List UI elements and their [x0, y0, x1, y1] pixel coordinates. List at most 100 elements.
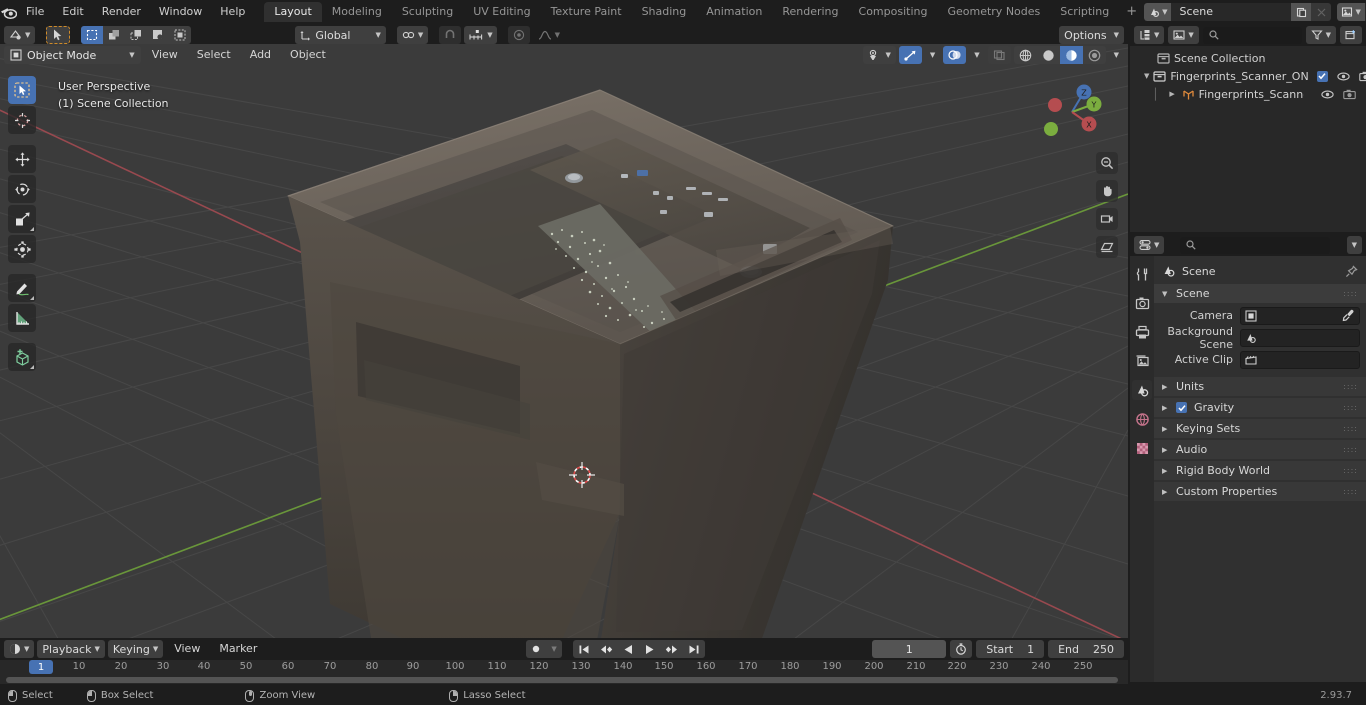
- select-extend-icon[interactable]: [125, 26, 147, 44]
- xray-toggle-button[interactable]: [987, 46, 1011, 64]
- active-tool-tweak-icon[interactable]: [46, 26, 71, 44]
- prev-keyframe-icon[interactable]: [595, 640, 618, 658]
- play-reverse-icon[interactable]: [618, 640, 639, 658]
- select-subtract-icon[interactable]: [147, 26, 169, 44]
- timeline-editor[interactable]: ▼ Playback ▼ Keying ▼ View Marker ▼ 1 St…: [0, 638, 1128, 684]
- transform-orientation-dropdown[interactable]: Global ▼: [295, 26, 386, 44]
- eyedropper-icon[interactable]: [1342, 309, 1355, 322]
- gizmo-toggle-button[interactable]: [898, 46, 922, 64]
- timeline-ruler[interactable]: 1 10 20 30 40 50 60 70 80 90 100 110 120…: [0, 660, 1128, 676]
- properties-search-input[interactable]: [1180, 236, 1331, 254]
- tab-uv-editing[interactable]: UV Editing: [463, 2, 540, 22]
- tab-sculpting[interactable]: Sculpting: [392, 2, 463, 22]
- new-collection-icon[interactable]: [1340, 26, 1362, 44]
- proportional-falloff-icon[interactable]: ▼: [533, 26, 565, 44]
- next-keyframe-icon[interactable]: [660, 640, 683, 658]
- panel-header-units[interactable]: ▶ Units ::::: [1154, 377, 1366, 396]
- tab-render[interactable]: [1132, 293, 1152, 313]
- play-icon[interactable]: [639, 640, 660, 658]
- add-cube-tool-button[interactable]: [8, 343, 36, 371]
- outliner-row-scene-collection[interactable]: Scene Collection: [1130, 49, 1366, 67]
- add-workspace-button[interactable]: +: [1119, 2, 1144, 22]
- outliner-row-collection[interactable]: ▼ Fingerprints_Scanner_ON: [1130, 67, 1366, 85]
- tab-texture-paint[interactable]: Texture Paint: [541, 2, 632, 22]
- viewport-menu-add[interactable]: Add: [242, 46, 279, 64]
- cursor-tool-button[interactable]: [8, 106, 36, 134]
- view-layer-icon[interactable]: ▼: [1337, 3, 1365, 21]
- menu-help[interactable]: Help: [211, 3, 254, 21]
- shading-wireframe-icon[interactable]: [1014, 46, 1037, 64]
- panel-header-custom-properties[interactable]: ▶ Custom Properties ::::: [1154, 482, 1366, 501]
- tab-texture[interactable]: [1132, 438, 1152, 458]
- stopwatch-icon[interactable]: [950, 640, 973, 658]
- shading-rendered-icon[interactable]: [1083, 46, 1106, 64]
- frame-end-field[interactable]: End 250: [1048, 640, 1124, 658]
- outliner-icon[interactable]: ▼: [1134, 26, 1165, 44]
- eye-icon[interactable]: [1321, 89, 1334, 100]
- menu-edit[interactable]: Edit: [53, 3, 92, 21]
- rotate-tool-button[interactable]: [8, 175, 36, 203]
- gizmo-options-caret[interactable]: ▼: [925, 46, 940, 64]
- select-invert-icon[interactable]: [169, 26, 191, 44]
- end-value[interactable]: 250: [1093, 643, 1114, 656]
- viewport-canvas[interactable]: [0, 44, 1128, 642]
- outliner-editor[interactable]: ▼ ▼ ▼ Scene Collection ▼ Fingerprints_Sc…: [1130, 24, 1366, 232]
- tweak-tool-button[interactable]: [8, 76, 36, 104]
- pivot-point-icon[interactable]: ▼: [396, 26, 429, 44]
- unlink-scene-button[interactable]: [1311, 3, 1332, 21]
- timeline-clock-icon[interactable]: ▼: [4, 640, 35, 658]
- record-dot-icon[interactable]: [526, 640, 546, 658]
- proportional-edit-icon[interactable]: [507, 26, 530, 44]
- viewport-menu-view[interactable]: View: [144, 46, 186, 64]
- pin-icon[interactable]: [1345, 264, 1358, 278]
- overlays-options-caret[interactable]: ▼: [969, 46, 984, 64]
- timeline-menu-playback[interactable]: Playback ▼: [37, 640, 105, 658]
- jump-start-icon[interactable]: [573, 640, 595, 658]
- editor-type-3dview-icon[interactable]: ▼: [4, 26, 36, 44]
- tab-compositing[interactable]: Compositing: [849, 2, 938, 22]
- timeline-menu-keying[interactable]: Keying ▼: [107, 640, 164, 658]
- snap-target-icon[interactable]: ▼: [464, 26, 497, 44]
- tab-tool[interactable]: [1132, 264, 1152, 284]
- tab-shading[interactable]: Shading: [632, 2, 697, 22]
- tab-world[interactable]: [1132, 409, 1152, 429]
- 3d-viewport[interactable]: User Perspective (1) Scene Collection Z …: [0, 44, 1128, 642]
- gravity-checkbox[interactable]: [1176, 402, 1187, 413]
- viewport-menu-object[interactable]: Object: [282, 46, 334, 64]
- timeline-menu-marker[interactable]: Marker: [211, 640, 265, 658]
- panel-header-rigid-body-world[interactable]: ▶ Rigid Body World ::::: [1154, 461, 1366, 480]
- select-new-icon[interactable]: [103, 26, 125, 44]
- scene-name[interactable]: Scene: [1171, 3, 1292, 21]
- panel-header-audio[interactable]: ▶ Audio ::::: [1154, 440, 1366, 459]
- collection-checkbox[interactable]: [1316, 70, 1328, 82]
- navigation-gizmo[interactable]: Z Y X: [1036, 76, 1108, 148]
- blender-logo-icon[interactable]: [0, 0, 17, 24]
- viewport-menu-select[interactable]: Select: [189, 46, 239, 64]
- disclosure-right-icon[interactable]: ▶: [1167, 90, 1178, 98]
- scene-selector[interactable]: ▼ Scene: [1144, 3, 1332, 21]
- tab-scripting[interactable]: Scripting: [1050, 2, 1119, 22]
- tab-layout[interactable]: Layout: [264, 2, 322, 22]
- camera-view-icon[interactable]: [1096, 208, 1118, 230]
- new-scene-button[interactable]: [1291, 3, 1312, 21]
- shading-options-caret[interactable]: ▼: [1109, 46, 1124, 64]
- tab-modeling[interactable]: Modeling: [322, 2, 392, 22]
- tab-output[interactable]: [1132, 322, 1152, 342]
- scale-tool-button[interactable]: [8, 205, 36, 233]
- measure-tool-button[interactable]: [8, 304, 36, 332]
- panel-header-scene[interactable]: ▼ Scene ::::: [1154, 284, 1366, 303]
- shading-solid-icon[interactable]: [1037, 46, 1060, 64]
- pan-hand-icon[interactable]: [1096, 180, 1118, 202]
- camera-icon[interactable]: [1343, 89, 1356, 100]
- select-box-icon[interactable]: [81, 26, 104, 44]
- menu-window[interactable]: Window: [150, 3, 211, 21]
- active-clip-field[interactable]: [1240, 350, 1360, 369]
- properties-options-icon[interactable]: ▼: [1346, 236, 1362, 254]
- viewport-options-dropdown[interactable]: Options ▼: [1059, 26, 1124, 44]
- menu-render[interactable]: Render: [93, 3, 150, 21]
- transform-tool-button[interactable]: [8, 235, 36, 263]
- object-mode-dropdown[interactable]: Object Mode ▼: [4, 46, 141, 64]
- tab-view-layer[interactable]: [1132, 351, 1152, 371]
- jump-end-icon[interactable]: [683, 640, 705, 658]
- snap-magnet-icon[interactable]: [439, 26, 462, 44]
